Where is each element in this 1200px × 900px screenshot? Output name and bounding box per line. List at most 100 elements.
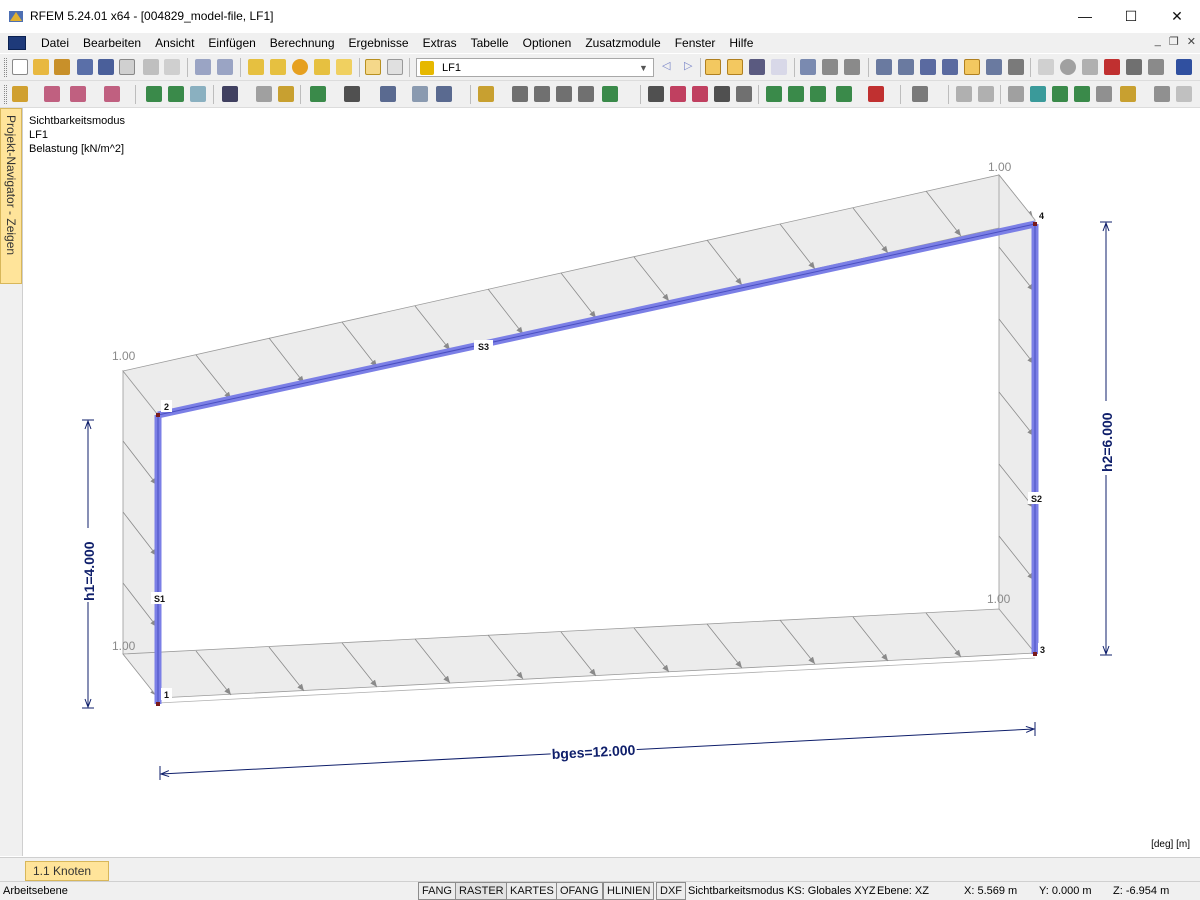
view-rotate-icon[interactable] — [986, 59, 1002, 75]
chevron-down-icon[interactable]: ▼ — [636, 60, 651, 75]
target-icon[interactable] — [292, 59, 308, 75]
hinge-icon[interactable] — [222, 86, 238, 102]
nodal-load-icon[interactable] — [310, 86, 326, 102]
view-plane-icon[interactable] — [964, 59, 980, 75]
surface-load-icon[interactable] — [380, 86, 396, 102]
info-icon[interactable] — [1176, 59, 1192, 75]
level-icon[interactable] — [1154, 86, 1170, 102]
dimension-line-icon[interactable] — [956, 86, 972, 102]
previous-load-case-button[interactable]: ◁ — [662, 59, 670, 72]
filter-icon[interactable] — [692, 86, 708, 102]
select-icon[interactable] — [248, 59, 264, 75]
arc-icon[interactable] — [104, 86, 120, 102]
node-4[interactable] — [1033, 222, 1037, 226]
graphics-viewport[interactable]: 2 1 3 4 S1 S2 S3 1.00 1.00 1.00 1.00 h1=… — [23, 108, 1200, 856]
axis-x-icon[interactable] — [766, 86, 782, 102]
load-values-icon[interactable] — [727, 59, 743, 75]
document-icon[interactable] — [8, 36, 26, 50]
polyline-icon[interactable] — [70, 86, 86, 102]
ofang-button[interactable]: OFANG — [556, 882, 603, 900]
slope-icon[interactable] — [1096, 86, 1112, 102]
calculation-icon[interactable] — [822, 59, 838, 75]
dxf-button[interactable]: DXF — [656, 882, 686, 900]
member-load-icon[interactable] — [344, 86, 360, 102]
print-icon[interactable] — [143, 59, 159, 75]
mdi-restore-button[interactable]: ❐ — [1169, 35, 1179, 48]
tab-knoten[interactable]: 1.1 Knoten — [25, 861, 109, 881]
show-loads-icon[interactable] — [705, 59, 721, 75]
mdi-minimize-button[interactable]: _ — [1155, 35, 1161, 48]
render-solid-icon[interactable] — [1052, 86, 1068, 102]
menu-optionen[interactable]: Optionen — [516, 36, 579, 50]
menu-tabelle[interactable]: Tabelle — [464, 36, 516, 50]
next-load-case-button[interactable]: ▷ — [684, 59, 692, 72]
menu-berechnung[interactable]: Berechnung — [263, 36, 342, 50]
kartes-button[interactable]: KARTES — [506, 882, 558, 900]
fang-button[interactable]: FANG — [418, 882, 456, 900]
menu-einfuegen[interactable]: Einfügen — [201, 36, 262, 50]
rotate-icon[interactable] — [512, 86, 528, 102]
redo-icon[interactable] — [217, 59, 233, 75]
hlinien-button[interactable]: HLINIEN — [603, 882, 655, 900]
result-values-icon[interactable] — [771, 59, 787, 75]
visibility-icon[interactable] — [1030, 86, 1046, 102]
axis-z-icon[interactable] — [810, 86, 826, 102]
mdi-close-button[interactable]: ✕ — [1187, 35, 1196, 48]
extra-icon[interactable] — [1176, 86, 1192, 102]
imperfection-icon[interactable] — [436, 86, 452, 102]
save-icon[interactable] — [98, 59, 114, 75]
menu-datei[interactable]: Datei — [34, 36, 76, 50]
color-scale-icon[interactable] — [868, 86, 884, 102]
connect-icon[interactable] — [602, 86, 618, 102]
close-button[interactable]: ✕ — [1154, 0, 1200, 32]
menu-fenster[interactable]: Fenster — [668, 36, 723, 50]
results-view-icon[interactable] — [749, 59, 765, 75]
solid-load-icon[interactable] — [412, 86, 428, 102]
dimension-icon[interactable] — [256, 86, 272, 102]
node-2[interactable] — [156, 413, 160, 417]
search-icon[interactable] — [670, 86, 686, 102]
delete-icon[interactable] — [1104, 59, 1120, 75]
open-folder-icon[interactable] — [33, 59, 49, 75]
toolbar-grip[interactable] — [4, 85, 7, 104]
guide-line-icon[interactable] — [1008, 86, 1024, 102]
circle-icon[interactable] — [1060, 59, 1076, 75]
node-icon[interactable] — [12, 86, 28, 102]
menu-extras[interactable]: Extras — [416, 36, 464, 50]
frame-icon[interactable] — [278, 86, 294, 102]
load-case-select[interactable]: LF1 ▼ — [416, 58, 654, 77]
menu-bearbeiten[interactable]: Bearbeiten — [76, 36, 148, 50]
toolbar-grip[interactable] — [4, 58, 7, 77]
raster-button[interactable]: RASTER — [455, 882, 508, 900]
display-options-icon[interactable] — [912, 86, 928, 102]
comment-icon[interactable] — [978, 86, 994, 102]
line-icon[interactable] — [44, 86, 60, 102]
grid-table-icon[interactable] — [387, 59, 403, 75]
menu-zusatzmodule[interactable]: Zusatzmodule — [578, 36, 667, 50]
node-1[interactable] — [156, 702, 160, 706]
menu-ergebnisse[interactable]: Ergebnisse — [342, 36, 416, 50]
project-navigator-tab[interactable]: Projekt-Navigator - Zeigen — [0, 108, 22, 284]
group-icon[interactable] — [336, 59, 352, 75]
zoom-window-icon[interactable] — [270, 59, 286, 75]
tag-icon[interactable] — [314, 59, 330, 75]
view-x-icon[interactable] — [898, 59, 914, 75]
box-icon[interactable] — [714, 86, 730, 102]
view-z-icon[interactable] — [942, 59, 958, 75]
wire-icon[interactable] — [1074, 86, 1090, 102]
view-zoom-icon[interactable] — [1008, 59, 1024, 75]
array-icon[interactable] — [578, 86, 594, 102]
menu-hilfe[interactable]: Hilfe — [722, 36, 760, 50]
surface-icon[interactable] — [190, 86, 206, 102]
print-preview-icon[interactable] — [164, 59, 180, 75]
scale-icon[interactable] — [534, 86, 550, 102]
undo-icon[interactable] — [195, 59, 211, 75]
copy-icon[interactable] — [556, 86, 572, 102]
axis-neg-y-icon[interactable] — [836, 86, 852, 102]
axis-y-icon[interactable] — [788, 86, 804, 102]
maximize-button[interactable]: ☐ — [1108, 0, 1154, 32]
view-y-icon[interactable] — [920, 59, 936, 75]
section-icon[interactable] — [648, 86, 664, 102]
render-icon[interactable] — [1126, 59, 1142, 75]
support-icon[interactable] — [168, 86, 184, 102]
